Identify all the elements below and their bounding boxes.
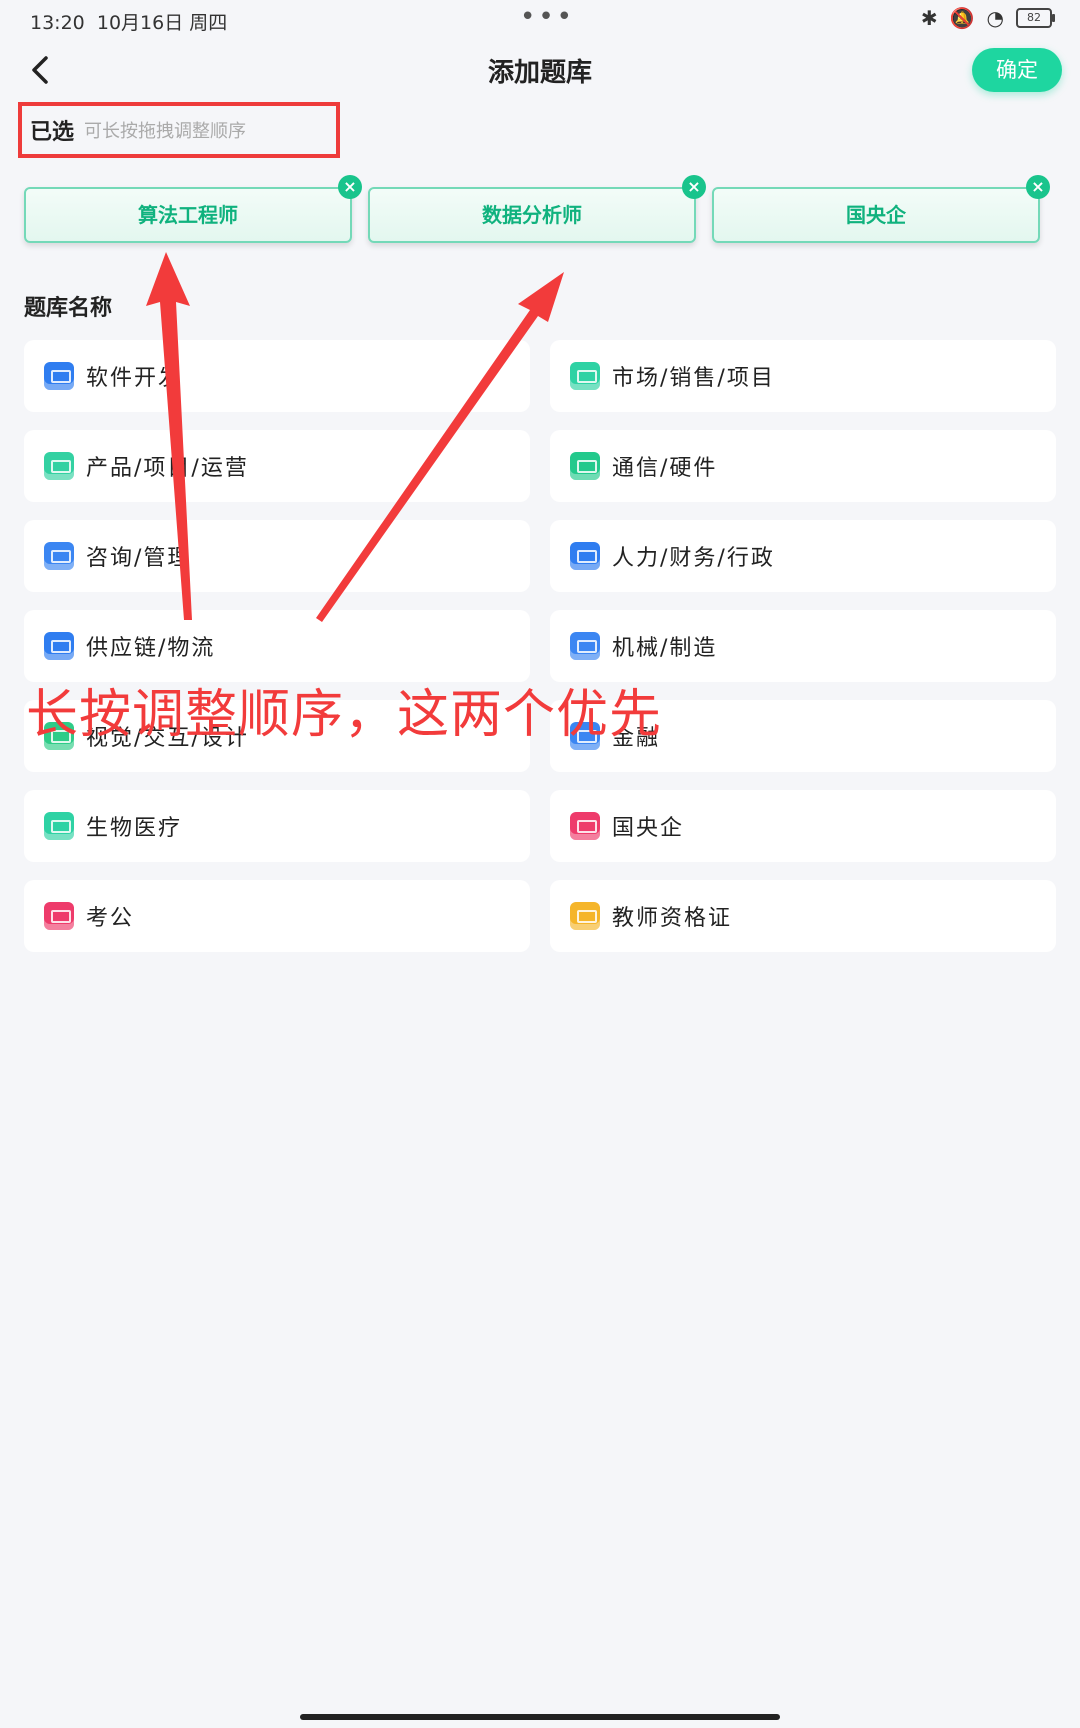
bank-item[interactable]: 市场/销售/项目 (550, 340, 1056, 412)
selected-chip[interactable]: 数据分析师 × (368, 175, 706, 243)
gear-icon (570, 632, 600, 660)
menu-dots: ••• (520, 2, 576, 32)
mute-bell-icon: 🔕 (949, 6, 975, 30)
annotation-text: 长按调整顺序，这两个优先 (26, 685, 663, 745)
badge-icon (44, 902, 74, 930)
bank-section-title: 题库名称 (24, 296, 113, 321)
bank-item[interactable]: 人力/财务/行政 (550, 520, 1056, 592)
certificate-icon (570, 902, 600, 930)
battery-icon: 82 (1016, 8, 1055, 28)
remove-icon[interactable]: × (682, 175, 706, 199)
selected-chip[interactable]: 算法工程师 × (24, 175, 362, 243)
flag-icon (570, 812, 600, 840)
bank-item[interactable]: 国央企 (550, 790, 1056, 862)
selected-label: 已选 (30, 120, 75, 145)
bank-item[interactable]: 教师资格证 (550, 880, 1056, 952)
drag-hint: 可长按拖拽调整顺序 (84, 121, 247, 142)
home-indicator (300, 1714, 780, 1720)
confirm-button[interactable]: 确定 (972, 48, 1062, 92)
bank-item[interactable]: 咨询/管理 (24, 520, 530, 592)
chart-icon (570, 362, 600, 390)
annotation-arrows (146, 252, 564, 622)
device-icon (570, 452, 600, 480)
remove-icon[interactable]: × (338, 175, 362, 199)
list-icon (44, 542, 74, 570)
bank-item[interactable]: 产品/项目/运营 (24, 430, 530, 502)
status-time: 13:20 10月16日 周四 (30, 12, 228, 34)
status-icons: ✱ 🔕 ◔ 82 (920, 6, 1055, 30)
status-bar: 13:20 10月16日 周四 ••• ✱ 🔕 ◔ 82 (0, 0, 1080, 40)
screen-icon (44, 452, 74, 480)
bank-item[interactable]: 软件开发 (24, 340, 530, 412)
bluetooth-icon: ✱ (920, 6, 938, 30)
remove-icon[interactable]: × (1026, 175, 1050, 199)
wifi-icon: ◔ (986, 6, 1004, 30)
selected-chip[interactable]: 国央企 × (712, 175, 1050, 243)
selected-header: 已选 可长按拖拽调整顺序 (18, 102, 340, 158)
truck-icon (44, 632, 74, 660)
person-icon (570, 542, 600, 570)
bank-item[interactable]: 考公 (24, 880, 530, 952)
medkit-icon (44, 812, 74, 840)
monitor-icon (44, 362, 74, 390)
bank-item[interactable]: 生物医疗 (24, 790, 530, 862)
bank-item[interactable]: 通信/硬件 (550, 430, 1056, 502)
page-title: 添加题库 (487, 58, 592, 88)
